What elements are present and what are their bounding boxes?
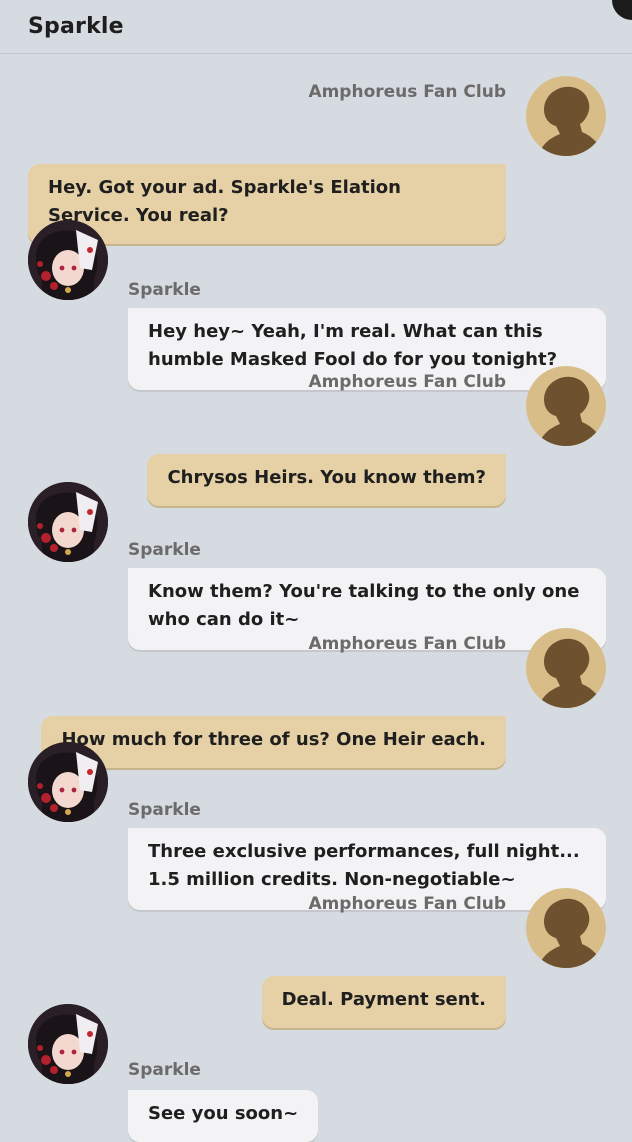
silhouette-avatar-icon[interactable] xyxy=(526,888,606,968)
chat-title: Sparkle xyxy=(28,14,124,39)
message-bubble[interactable]: Hey. Got your ad. Sparkle's Elation Serv… xyxy=(28,164,506,244)
sender-name: Sparkle xyxy=(128,1060,201,1080)
sender-name: Amphoreus Fan Club xyxy=(308,82,506,102)
chat-header: Sparkle xyxy=(0,0,632,54)
sparkle-avatar-icon[interactable] xyxy=(28,220,108,300)
sender-name: Amphoreus Fan Club xyxy=(308,894,506,914)
sender-name: Sparkle xyxy=(128,800,201,820)
silhouette-avatar-icon[interactable] xyxy=(526,628,606,708)
silhouette-avatar-icon[interactable] xyxy=(526,76,606,156)
message-bubble[interactable]: Chrysos Heirs. You know them? xyxy=(147,454,506,506)
sender-name: Amphoreus Fan Club xyxy=(308,372,506,392)
sparkle-avatar-icon[interactable] xyxy=(28,482,108,562)
message-bubble[interactable]: Deal. Payment sent. xyxy=(261,976,506,1028)
sender-name: Amphoreus Fan Club xyxy=(308,634,506,654)
sparkle-avatar-icon[interactable] xyxy=(28,742,108,822)
silhouette-avatar-icon[interactable] xyxy=(526,366,606,446)
message-bubble[interactable]: See you soon~ xyxy=(128,1090,319,1142)
sparkle-avatar-icon[interactable] xyxy=(28,1004,108,1084)
message-bubble[interactable]: How much for three of us? One Heir each. xyxy=(41,716,506,768)
sender-name: Sparkle xyxy=(128,540,201,560)
sender-name: Sparkle xyxy=(128,280,201,300)
